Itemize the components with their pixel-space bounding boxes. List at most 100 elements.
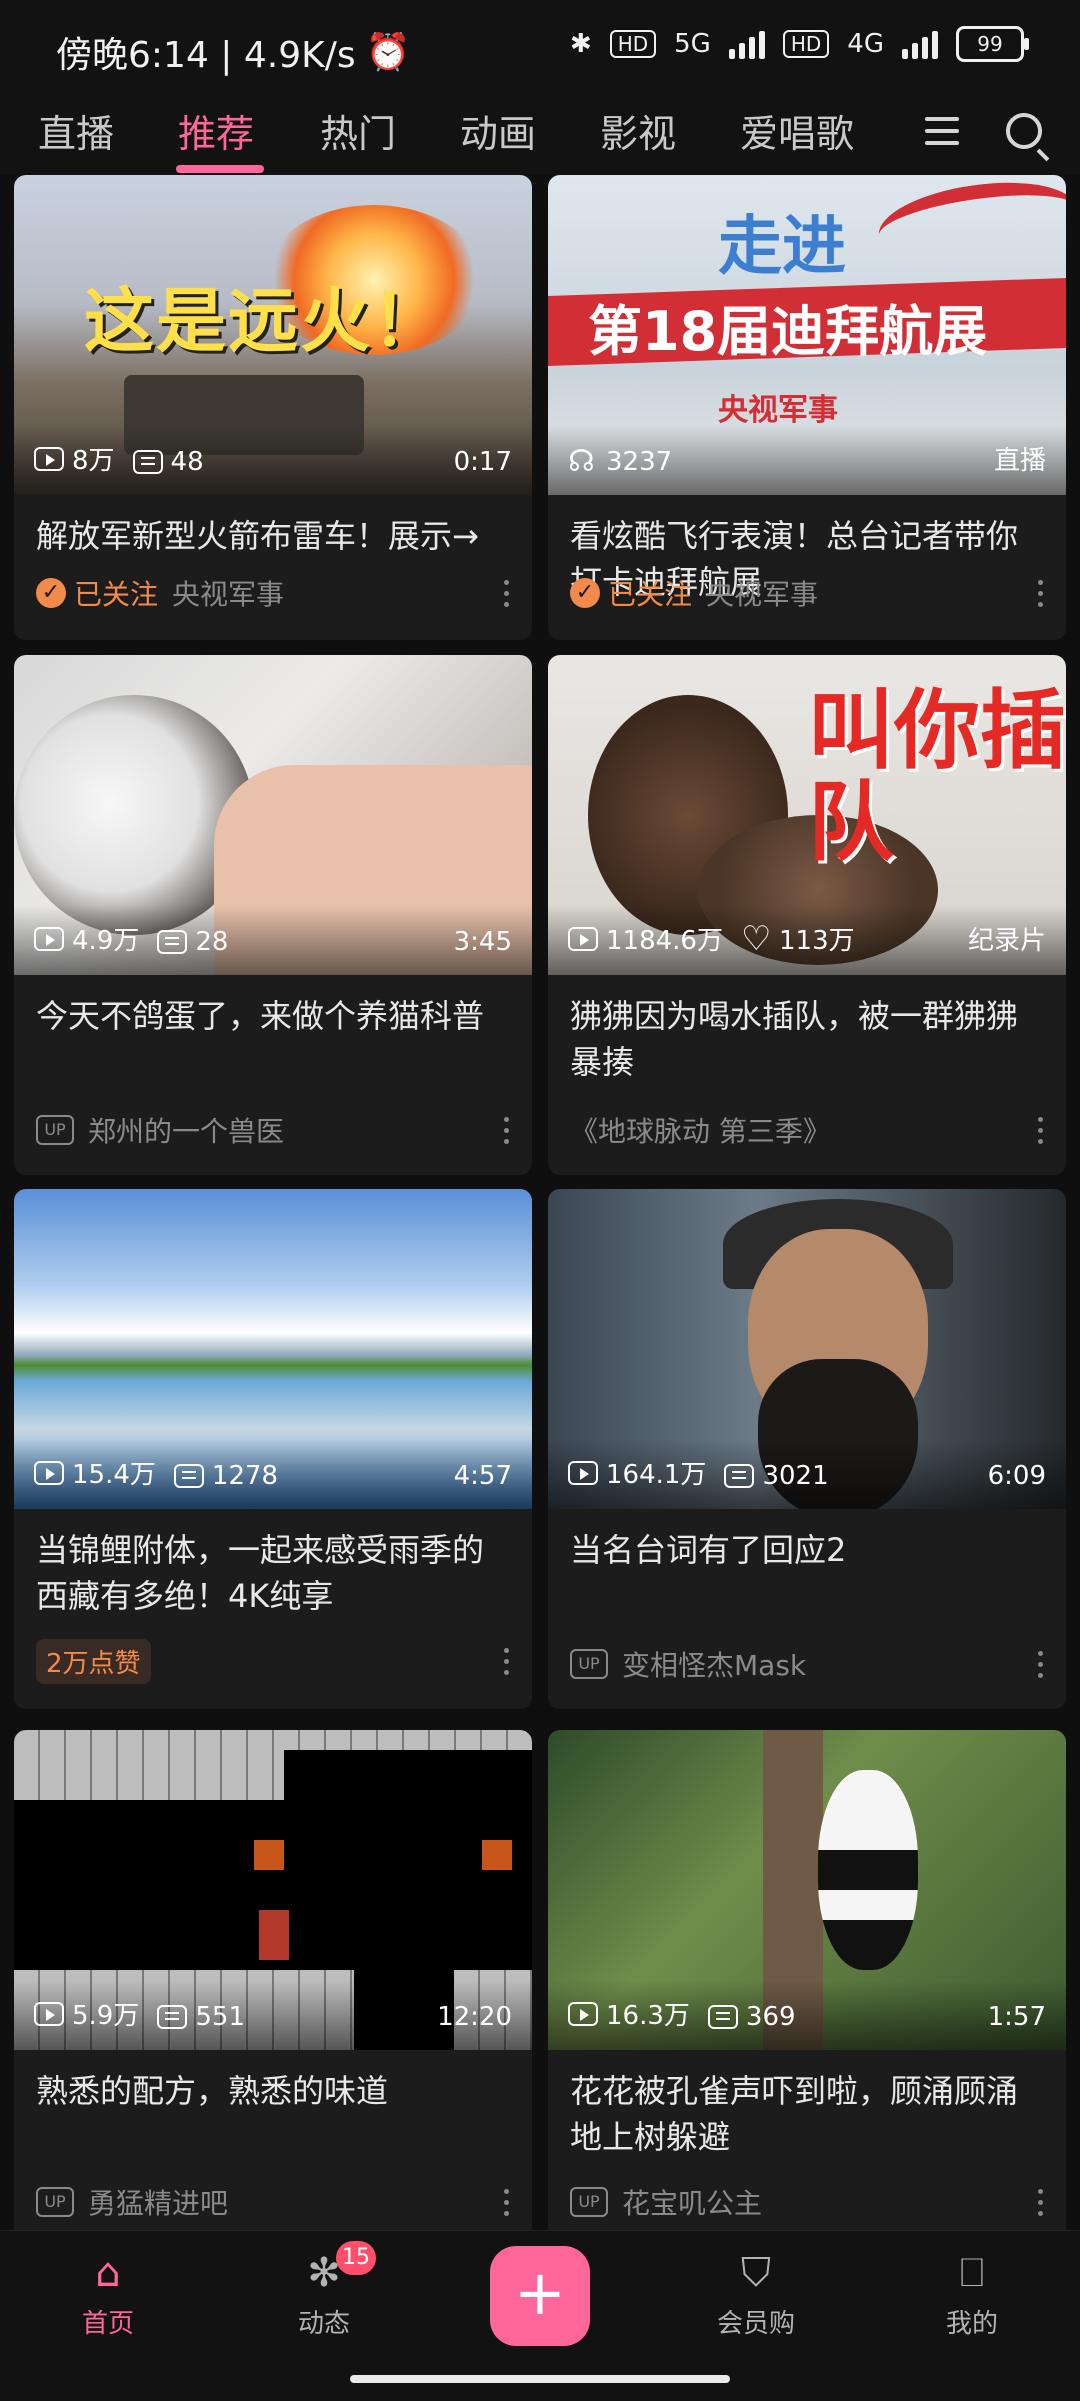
author-name[interactable]: 央视军事 <box>706 573 818 613</box>
video-title[interactable]: 今天不鸽蛋了，来做个养猫科普 <box>36 993 510 1039</box>
video-card[interactable]: 4.9万 28 3:45 今天不鸽蛋了，来做个养猫科普 UP 郑州的一个兽医 <box>14 655 532 1175</box>
danmaku-icon <box>707 2005 738 2029</box>
video-meta: ✓ 已关注 央视军事 <box>570 573 1044 613</box>
video-thumbnail[interactable]: 4.9万 28 3:45 <box>14 655 532 975</box>
video-thumbnail[interactable]: 16.3万 369 1:57 <box>548 1730 1066 2050</box>
duration: 4:57 <box>453 1461 512 1491</box>
danmaku-icon <box>157 930 188 954</box>
more-icon[interactable] <box>1038 1650 1044 1678</box>
play-count-icon <box>34 2001 64 2026</box>
menu-icon <box>925 117 959 145</box>
video-meta: ✓ 已关注 央视军事 <box>36 573 510 613</box>
nav-home[interactable]: ⌂ 首页 <box>48 2249 168 2340</box>
nav-me[interactable]: ⎕ 我的 <box>912 2249 1032 2340</box>
video-card[interactable]: 164.1万 3021 6:09 当名台词有了回应2 UP 变相怪杰Mask <box>548 1189 1066 1709</box>
tab-recommend[interactable]: 推荐 <box>178 103 254 158</box>
danmaku-count: 1278 <box>211 1461 279 1491</box>
video-title[interactable]: 花花被孔雀声吓到啦，顾涌顾涌地上树躲避 <box>570 2068 1044 2160</box>
nav-shop[interactable]: ⛉ 会员购 <box>696 2249 816 2340</box>
tv-icon: ⎕ <box>960 2250 984 2296</box>
video-title[interactable]: 当锦鲤附体，一起来感受雨季的西藏有多绝！4K纯享 <box>36 1527 510 1619</box>
more-icon[interactable] <box>504 1648 510 1675</box>
viewers-icon <box>568 444 598 479</box>
video-meta: 《地球脉动 第三季》 <box>570 1110 1044 1150</box>
top-nav: 直播 推荐 热门 动画 影视 爱唱歌 <box>0 95 1080 175</box>
video-thumbnail[interactable]: 走进 第18届迪拜航展 央视军事 3237 直播 <box>548 175 1066 495</box>
thumbnail-art-wall <box>14 1750 284 1800</box>
search-button[interactable] <box>994 101 1054 161</box>
play-count-icon <box>568 2001 598 2026</box>
author-name[interactable]: 花宝叽公主 <box>622 2182 762 2222</box>
thumbnail-stats: 4.9万 28 3:45 <box>14 905 532 975</box>
up-icon: UP <box>570 1649 608 1679</box>
video-feed[interactable]: 这是远火！ 8万 48 0:17 解放军新型火箭布雷车！展示→ ✓ 已关注 央视军… <box>0 175 1080 2230</box>
video-card[interactable]: 这是远火！ 8万 48 0:17 解放军新型火箭布雷车！展示→ ✓ 已关注 央视军… <box>14 175 532 640</box>
active-tab-indicator <box>176 165 264 173</box>
thumbnail-stats: 1184.6万 113万 纪录片 <box>548 905 1066 975</box>
video-card[interactable]: 叫你插队 1184.6万 113万 纪录片 狒狒因为喝水插队，被一群狒狒暴揍 《… <box>548 655 1066 1175</box>
duration: 3:45 <box>453 927 512 957</box>
video-meta: UP 变相怪杰Mask <box>570 1644 1044 1684</box>
battery-icon: 99 <box>956 26 1029 62</box>
followed-label: 已关注 <box>74 578 159 611</box>
network-label-1: 5G <box>674 29 711 59</box>
bluetooth-icon: ✱ <box>569 29 592 59</box>
signal-icon <box>728 29 765 59</box>
author-name[interactable]: 郑州的一个兽医 <box>88 1110 284 1150</box>
author-name[interactable]: 央视军事 <box>172 573 284 613</box>
followed-badge: ✓ 已关注 <box>570 573 692 613</box>
like-count: 113万 <box>778 926 855 956</box>
more-icon[interactable] <box>504 1116 510 1144</box>
tab-hot[interactable]: 热门 <box>320 103 396 158</box>
thumbnail-stats: 16.3万 369 1:57 <box>548 1980 1066 2050</box>
more-icon[interactable] <box>1038 1116 1044 1144</box>
danmaku-count: 551 <box>195 2002 245 2032</box>
danmaku-icon <box>724 1464 755 1488</box>
danmaku-count: 369 <box>745 2002 796 2032</box>
tab-anime[interactable]: 动画 <box>460 103 536 158</box>
video-card[interactable]: 15.4万 1278 4:57 当锦鲤附体，一起来感受雨季的西藏有多绝！4K纯享… <box>14 1189 532 1709</box>
thumbnail-stats: 8万 48 0:17 <box>14 425 532 495</box>
viewer-count: 3237 <box>606 447 673 477</box>
tab-sing[interactable]: 爱唱歌 <box>740 103 854 158</box>
view-count: 8万 <box>72 446 115 476</box>
up-icon: UP <box>570 2187 608 2217</box>
author-name[interactable]: 变相怪杰Mask <box>622 1644 806 1684</box>
video-card[interactable]: 16.3万 369 1:57 花花被孔雀声吓到啦，顾涌顾涌地上树躲避 UP 花宝… <box>548 1730 1066 2230</box>
video-thumbnail[interactable]: 15.4万 1278 4:57 <box>14 1189 532 1509</box>
more-icon[interactable] <box>1038 579 1044 607</box>
tab-live[interactable]: 直播 <box>38 103 114 158</box>
menu-button[interactable] <box>912 101 972 161</box>
play-count-icon <box>34 446 64 471</box>
video-title[interactable]: 解放军新型火箭布雷车！展示→ <box>36 513 510 559</box>
video-card[interactable]: 走进 第18届迪拜航展 央视军事 3237 直播 看炫酷飞行表演！总台记者带你打… <box>548 175 1066 640</box>
signal-icon-2 <box>902 29 938 59</box>
video-thumbnail[interactable]: 这是远火！ 8万 48 0:17 <box>14 175 532 495</box>
video-thumbnail[interactable]: 5.9万 551 12:20 <box>14 1730 532 2050</box>
shopping-bag-icon: ⛉ <box>741 2250 771 2296</box>
video-meta: UP 勇猛精进吧 <box>36 2182 510 2222</box>
more-icon[interactable] <box>1038 2188 1044 2216</box>
play-count-icon <box>34 1460 64 1485</box>
author-name[interactable]: 勇猛精进吧 <box>88 2182 228 2222</box>
publish-button[interactable]: + <box>490 2246 590 2346</box>
duration: 12:20 <box>437 2002 512 2032</box>
nav-shop-label: 会员购 <box>716 2309 795 2339</box>
tab-film[interactable]: 影视 <box>600 103 676 158</box>
home-indicator[interactable] <box>350 2375 730 2383</box>
video-card[interactable]: 5.9万 551 12:20 熟悉的配方，熟悉的味道 UP 勇猛精进吧 <box>14 1730 532 2230</box>
alarm-icon: ⏰ <box>365 32 411 73</box>
followed-badge: ✓ 已关注 <box>36 573 158 613</box>
more-icon[interactable] <box>504 579 510 607</box>
video-thumbnail[interactable]: 164.1万 3021 6:09 <box>548 1189 1066 1509</box>
thumbnail-art-bricks <box>14 1730 532 1750</box>
thumbnail-stats: 3237 直播 <box>548 425 1066 495</box>
video-title[interactable]: 当名台词有了回应2 <box>570 1527 1044 1573</box>
more-icon[interactable] <box>504 2188 510 2216</box>
video-thumbnail[interactable]: 叫你插队 1184.6万 113万 纪录片 <box>548 655 1066 975</box>
author-name[interactable]: 《地球脉动 第三季》 <box>570 1110 831 1150</box>
video-title[interactable]: 熟悉的配方，熟悉的味道 <box>36 2068 510 2114</box>
thumbnail-caption-a: 走进 <box>718 210 846 284</box>
hd-badge-1: HD <box>609 30 657 58</box>
video-title[interactable]: 狒狒因为喝水插队，被一群狒狒暴揍 <box>570 993 1044 1085</box>
